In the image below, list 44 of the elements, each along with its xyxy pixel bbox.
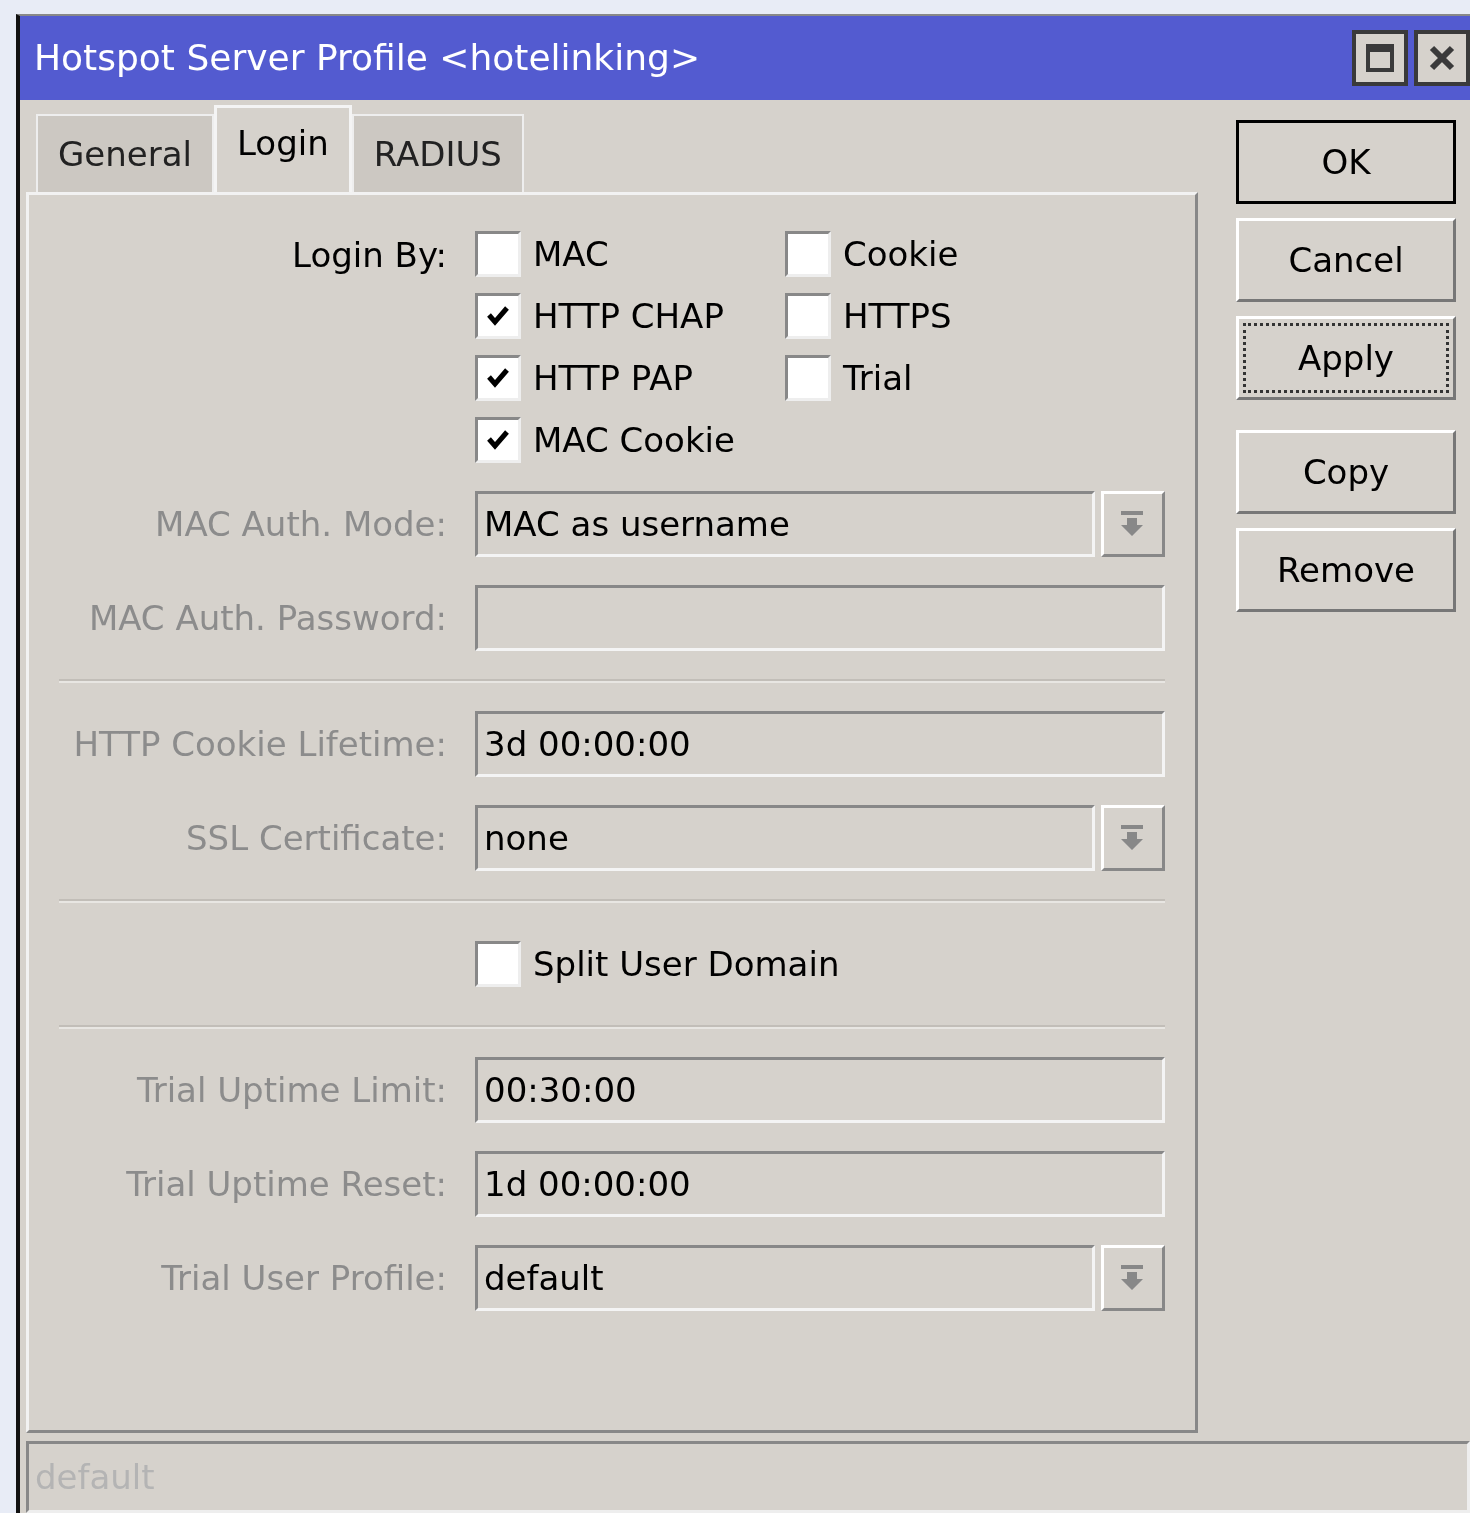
- close-button[interactable]: [1414, 29, 1470, 86]
- field-label: MAC Auth. Password:: [87, 597, 447, 638]
- checkbox-label[interactable]: HTTP CHAP: [533, 295, 724, 336]
- dialog-button[interactable]: OK: [1236, 119, 1456, 204]
- field-label: MAC Auth. Mode:: [154, 503, 447, 544]
- tab[interactable]: RADIUS: [351, 113, 524, 192]
- checkbox[interactable]: [475, 940, 521, 987]
- field-label: SSL Certificate:: [185, 817, 447, 858]
- checkbox-label[interactable]: Split User Domain: [533, 943, 840, 984]
- dropdown-button[interactable]: [1101, 1244, 1165, 1311]
- checkbox-label[interactable]: HTTPS: [843, 295, 952, 336]
- field-label: HTTP Cookie Lifetime:: [72, 723, 447, 764]
- checkbox[interactable]: [785, 354, 831, 401]
- checkbox-label[interactable]: HTTP PAP: [533, 357, 693, 398]
- dialog-button[interactable]: Copy: [1236, 429, 1456, 514]
- checkbox[interactable]: [475, 230, 521, 277]
- window-title: Hotspot Server Profile <hotelinking>: [34, 37, 701, 79]
- dialog-button[interactable]: Cancel: [1236, 217, 1456, 302]
- checkbox[interactable]: [475, 292, 521, 339]
- checkbox-label[interactable]: Cookie: [843, 233, 959, 274]
- dropdown-button[interactable]: [1101, 804, 1165, 871]
- field-label: Trial User Profile:: [160, 1257, 447, 1298]
- maximize-icon: [1366, 43, 1394, 72]
- close-icon: [1428, 43, 1456, 72]
- checkbox[interactable]: [475, 416, 521, 463]
- maximize-button[interactable]: [1352, 29, 1408, 86]
- dialog-button[interactable]: Remove: [1236, 527, 1456, 612]
- dropdown-button[interactable]: [1101, 490, 1165, 557]
- checkbox-label[interactable]: MAC Cookie: [533, 419, 735, 460]
- field-label: Trial Uptime Limit:: [135, 1069, 447, 1110]
- tab[interactable]: General: [36, 113, 214, 192]
- dialog-button[interactable]: Apply: [1236, 315, 1456, 400]
- input-field[interactable]: [475, 584, 1165, 651]
- dropdown-arrow-icon: [1120, 1262, 1146, 1293]
- field-label: Trial Uptime Reset:: [125, 1163, 447, 1204]
- checkbox[interactable]: [785, 230, 831, 277]
- field-label: Login By:: [291, 233, 447, 277]
- checkbox-label[interactable]: MAC: [533, 233, 609, 274]
- checkbox[interactable]: [785, 292, 831, 339]
- checkbox[interactable]: [475, 354, 521, 401]
- tab[interactable]: Login: [214, 104, 352, 192]
- dropdown-arrow-icon: [1120, 508, 1146, 539]
- dropdown-arrow-icon: [1120, 822, 1146, 853]
- checkbox-label[interactable]: Trial: [843, 357, 913, 398]
